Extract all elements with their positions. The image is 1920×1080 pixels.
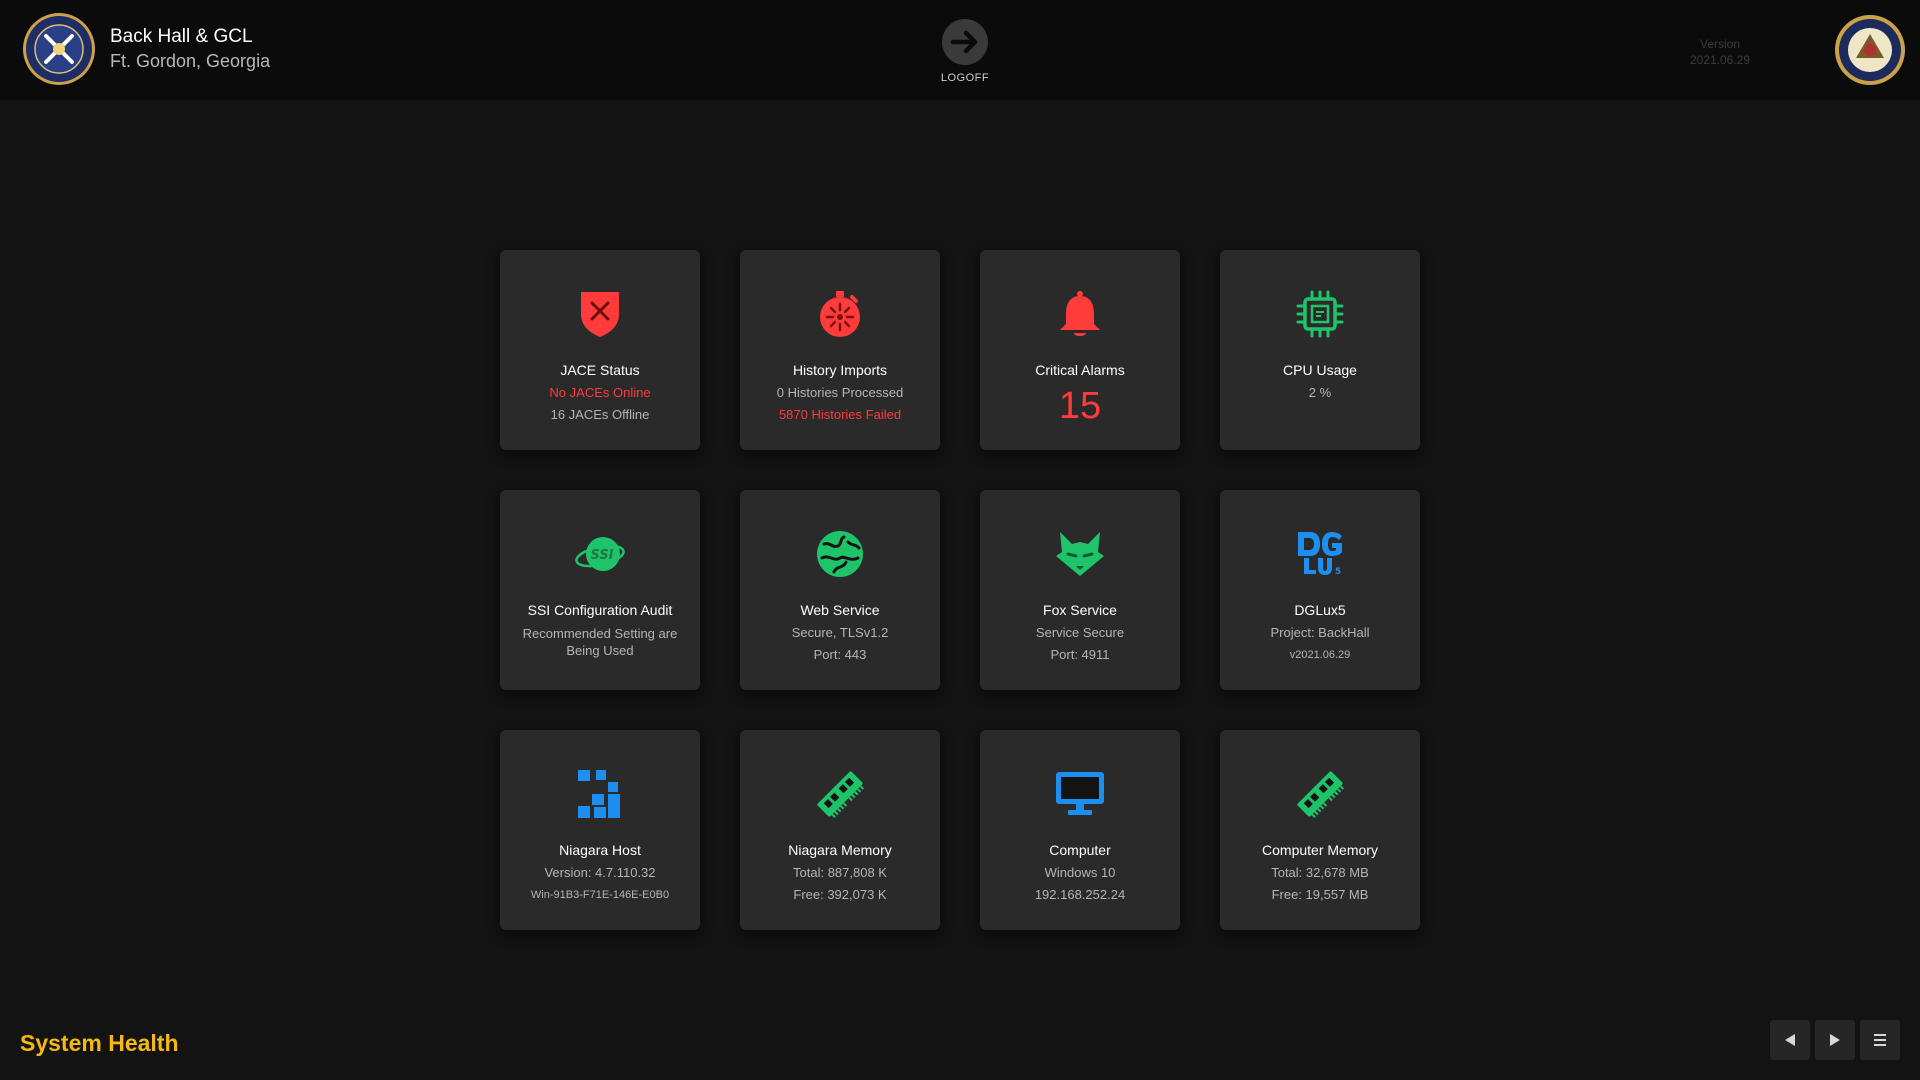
version-label: Version — [1699, 37, 1741, 51]
card-line2: v2021.06.29 — [1289, 649, 1351, 661]
computer-memory-card[interactable]: Computer Memory Total: 32,678 MB Free: 1… — [1220, 730, 1420, 930]
card-title: CPU Usage — [1283, 362, 1357, 378]
fox-icon — [1056, 532, 1104, 576]
svg-text:5: 5 — [1335, 567, 1341, 577]
next-page-button[interactable] — [1815, 1020, 1855, 1060]
hamburger-menu-icon — [1874, 1034, 1886, 1046]
card-title: Computer Memory — [1262, 842, 1378, 858]
triangle-right-icon — [1830, 1034, 1840, 1046]
ssi-logo-icon: SSI — [575, 537, 625, 571]
memory-stick-icon — [1297, 771, 1345, 819]
stopwatch-icon — [820, 291, 860, 337]
card-line1: Total: 32,678 MB — [1271, 865, 1369, 880]
site-subtitle: Ft. Gordon, Georgia — [110, 51, 271, 71]
card-title: JACE Status — [560, 362, 640, 378]
card-title: Computer — [1049, 842, 1111, 858]
computer-card[interactable]: Computer Windows 10 192.168.252.24 — [980, 730, 1180, 930]
monitor-icon — [1056, 772, 1104, 815]
card-title: Web Service — [800, 602, 880, 618]
card-title: SSI Configuration Audit — [527, 602, 673, 618]
card-line1: Service Secure — [1035, 625, 1125, 640]
card-line2: Win-91B3-F71E-146E-E0B0 — [530, 889, 670, 901]
critical-alarms-card[interactable]: Critical Alarms 15 — [980, 250, 1180, 450]
card-line2: 5870 Histories Failed — [778, 407, 902, 422]
card-line1: 0 Histories Processed — [776, 385, 904, 400]
globe-icon — [817, 531, 863, 577]
cpu-usage-card[interactable]: CPU Usage 2 % — [1220, 250, 1420, 450]
card-title: Niagara Host — [559, 842, 641, 858]
jace-status-card[interactable]: JACE Status No JACEs Online 16 JACEs Off… — [500, 250, 700, 450]
logoff-button[interactable]: LOGOFF — [937, 18, 993, 84]
version-info: Version 2021.06.29 — [1672, 36, 1768, 68]
card-line1: No JACEs Online — [549, 385, 651, 400]
cpu-chip-icon — [1296, 290, 1344, 338]
card-title: History Imports — [792, 362, 888, 378]
page-title: System Health — [20, 1030, 179, 1056]
card-line2: Free: 392,073 K — [793, 887, 887, 902]
card-line1: Recommended Setting are Being Used — [522, 626, 678, 658]
niagara-host-card[interactable]: Niagara Host Version: 4.7.110.32 Win-91B… — [500, 730, 700, 930]
triangle-left-icon — [1785, 1034, 1795, 1046]
status-card-grid: JACE Status No JACEs Online 16 JACEs Off… — [500, 250, 1420, 930]
web-service-card[interactable]: Web Service Secure, TLSv1.2 Port: 443 — [740, 490, 940, 690]
card-line2: Free: 19,557 MB — [1271, 887, 1369, 902]
card-title: DGLux5 — [1294, 602, 1346, 618]
niagara-host-icon — [578, 770, 620, 818]
niagara-memory-card[interactable]: Niagara Memory Total: 887,808 K Free: 39… — [740, 730, 940, 930]
card-line1: Version: 4.7.110.32 — [544, 865, 656, 880]
card-line1: Total: 887,808 K — [793, 865, 887, 880]
card-title: Niagara Memory — [788, 842, 892, 858]
history-imports-card[interactable]: History Imports 0 Histories Processed 58… — [740, 250, 940, 450]
critical-alarm-count: 15 — [1058, 385, 1102, 427]
arrow-right-circle-icon — [942, 19, 988, 65]
card-line2: 16 JACEs Offline — [550, 407, 650, 422]
army-seal-logo-icon — [1835, 15, 1905, 85]
card-line2: Port: 443 — [813, 647, 867, 662]
bell-icon — [1060, 291, 1100, 336]
ssi-configuration-audit-card[interactable]: SSI SSI Configuration Audit Recommended … — [500, 490, 700, 690]
fox-service-card[interactable]: Fox Service Service Secure Port: 4911 — [980, 490, 1180, 690]
card-line2: 192.168.252.24 — [1034, 887, 1126, 902]
card-line1: 2 % — [1308, 385, 1332, 400]
card-line1: Secure, TLSv1.2 — [791, 625, 889, 640]
version-value: 2021.06.29 — [1689, 53, 1751, 67]
menu-button[interactable] — [1860, 1020, 1900, 1060]
site-title: Back Hall & GCL — [110, 26, 253, 47]
card-title: Critical Alarms — [1035, 362, 1125, 378]
top-bar: Back Hall & GCL Ft. Gordon, Georgia LOGO… — [0, 0, 1920, 100]
card-title: Fox Service — [1043, 602, 1117, 618]
card-line1: Project: BackHall — [1270, 625, 1370, 640]
logoff-label: LOGOFF — [940, 72, 990, 84]
dglux-logo-icon: 5 — [1298, 532, 1342, 577]
dglux5-card[interactable]: 5 DGLux5 Project: BackHall v2021.06.29 — [1220, 490, 1420, 690]
card-line1: Windows 10 — [1044, 865, 1116, 880]
card-line2: Port: 4911 — [1050, 647, 1110, 662]
svg-text:SSI: SSI — [590, 548, 613, 563]
shield-x-icon — [581, 292, 619, 337]
usace-seal-logo-icon — [23, 13, 95, 85]
memory-stick-icon — [817, 771, 865, 819]
previous-page-button[interactable] — [1770, 1020, 1810, 1060]
